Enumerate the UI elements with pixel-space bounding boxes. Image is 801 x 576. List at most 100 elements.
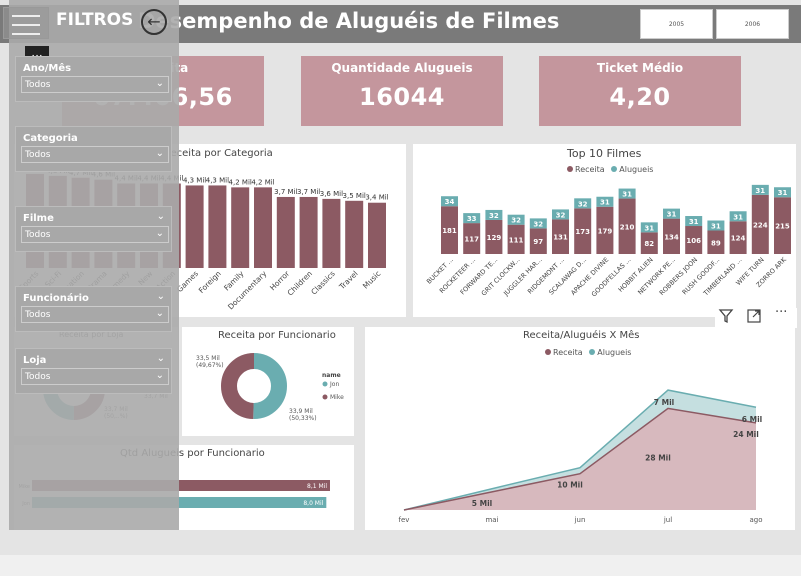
chevron-down-icon[interactable]: ⌄ <box>157 291 165 302</box>
filter-value: Todos <box>25 150 51 160</box>
filter-label: Filme <box>23 213 54 224</box>
top-filmes-visual[interactable]: Top 10 Filmes Receita Alugueis 181 34 BUCK… <box>413 144 796 317</box>
kpi-quantidade-card: Quantidade Alugueis 16044 <box>301 56 503 126</box>
receita-data-label: 134 <box>664 233 679 241</box>
alugueis-data-label: 32 <box>511 217 521 225</box>
receita-area <box>404 408 756 510</box>
filter-dropdown[interactable]: Todos ⌄ <box>21 76 169 93</box>
filter-filme[interactable]: Filme ⌄ Todos ⌄ <box>15 206 172 252</box>
receita-data-label: 28 Mil <box>645 453 671 462</box>
alugueis-data-label: 31 <box>644 224 654 232</box>
alugueis-data-label: 31 <box>600 199 610 207</box>
legend-label: Jon <box>329 381 339 388</box>
filter-value: Todos <box>25 310 51 320</box>
receita-data-label: 117 <box>464 236 479 244</box>
visual-header-toolbar: ··· <box>715 305 797 328</box>
filter-icon[interactable] <box>718 308 734 328</box>
focus-mode-icon[interactable] <box>746 308 762 328</box>
filter-dropdown[interactable]: Todos ⌄ <box>21 306 169 323</box>
month-tick-label: ago <box>749 516 762 524</box>
category-bar <box>231 187 250 268</box>
bar-data-label: 8,0 Mil <box>303 500 323 507</box>
alugueis-data-label: 32 <box>489 212 499 220</box>
legend-label: Mike <box>330 394 344 401</box>
category-bar <box>345 200 364 268</box>
receita-mes-visual[interactable]: Receita/Aluguéis X Mês Receita Alugueis … <box>365 327 795 530</box>
alugueis-data-label: 31 <box>733 213 743 221</box>
film-tick-label: JUGGLER HAR... <box>501 256 543 298</box>
receita-data-label: 24 Mil <box>733 430 759 439</box>
filter-label: Loja <box>23 355 47 366</box>
receita-data-label: 210 <box>620 223 635 231</box>
arrow-left-circle-icon[interactable]: ← <box>141 9 167 35</box>
receita-data-label: 173 <box>575 228 590 236</box>
month-tick-label: fev <box>399 516 410 524</box>
slice-label: 33,5 Mil <box>196 355 220 362</box>
alugueis-data-label: 7 Mil <box>654 398 674 407</box>
filter-funcionario[interactable]: Funcionário ⌄ Todos ⌄ <box>15 286 172 332</box>
alugueis-data-label: 31 <box>667 211 677 219</box>
year-button-2006[interactable]: 2006 <box>716 9 789 39</box>
receita-data-label: 82 <box>644 240 654 248</box>
bar-data-label: 8,1 Mil <box>307 483 327 490</box>
receita-data-label: 111 <box>509 236 524 244</box>
category-bar <box>322 198 341 268</box>
slice-label: 33,9 Mil <box>289 408 313 415</box>
filter-dropdown[interactable]: Todos ⌄ <box>21 146 169 163</box>
alugueis-data-label: 33 <box>467 215 477 223</box>
receita-data-label: 5 Mil <box>472 499 492 508</box>
receita-data-label: 215 <box>775 223 790 231</box>
receita-data-label: 10 Mil <box>557 481 583 490</box>
category-tick-label: Classics <box>309 269 337 297</box>
bar-data-label: 3,7 Mil <box>274 188 297 196</box>
alugueis-data-label: 31 <box>778 189 788 197</box>
funcionario-donut-chart: 33,5 Mil(49,67%) 33,9 Mil(50,33%) name Jon M… <box>196 353 344 422</box>
year-button-2005[interactable]: 2005 <box>640 9 713 39</box>
filter-categoria[interactable]: Categoria Todos ⌄ <box>15 126 172 172</box>
legend-title: name <box>322 372 341 379</box>
receita-data-label: 97 <box>533 238 543 246</box>
kpi-label: Ticket Médio <box>596 61 684 75</box>
alugueis-data-label: 31 <box>622 191 632 199</box>
chevron-down-icon: ⌄ <box>155 228 164 239</box>
alugueis-data-label: 6 Mil <box>742 415 762 424</box>
receita-data-label: 89 <box>711 239 721 247</box>
receita-data-label: 131 <box>553 234 568 242</box>
filter-dropdown[interactable]: Todos ⌄ <box>21 368 169 385</box>
kpi-value: 4,20 <box>609 83 671 111</box>
slice-pct-label: (49,67%) <box>196 362 224 369</box>
filters-title: FILTROS <box>56 10 134 30</box>
chevron-down-icon[interactable]: ⌄ <box>157 211 165 222</box>
filter-dropdown[interactable]: Todos ⌄ <box>21 226 169 243</box>
month-tick-label: mai <box>485 516 498 524</box>
category-tick-label: Music <box>361 269 382 290</box>
filter-value: Todos <box>25 372 51 382</box>
category-bar <box>368 202 386 268</box>
chevron-down-icon: ⌄ <box>155 308 164 319</box>
hamburger-icon[interactable] <box>3 7 49 39</box>
chevron-down-icon[interactable]: ⌄ <box>157 353 165 364</box>
category-tick-label: Travel <box>337 269 360 292</box>
receita-data-label: 179 <box>598 227 613 235</box>
more-options-icon[interactable]: ··· <box>775 305 787 320</box>
filter-loja[interactable]: Loja ⌄ Todos ⌄ <box>15 348 172 394</box>
film-tick-label: GOODFELLAS ... <box>590 256 633 299</box>
chevron-down-icon: ⌄ <box>155 78 164 89</box>
filter-label: Categoria <box>23 133 78 144</box>
receita-funcionario-visual[interactable]: Receita por Funcionario 33,5 Mil (49,67%)… <box>182 327 354 436</box>
category-tick-label: Children <box>286 269 315 298</box>
bar-data-label: 4,3 Mil <box>183 176 206 184</box>
category-bar <box>299 196 318 268</box>
alugueis-data-label: 31 <box>755 187 765 195</box>
receita-data-label: 181 <box>442 227 457 235</box>
top-filmes-stacked-bars: 18134BUCKET ...11733ROCKETEER ...12932FO… <box>425 184 791 299</box>
chevron-down-icon: ⌄ <box>155 370 164 381</box>
month-tick-label: jun <box>574 516 586 524</box>
alugueis-data-label: 31 <box>711 223 721 231</box>
category-bar <box>208 185 227 268</box>
filter-value: Todos <box>25 80 51 90</box>
receita-data-label: 106 <box>686 237 701 245</box>
bar-data-label: 3,5 Mil <box>343 192 366 200</box>
filter-value: Todos <box>25 230 51 240</box>
filter-ano-mes[interactable]: Ano/Mês Todos ⌄ <box>15 56 172 102</box>
